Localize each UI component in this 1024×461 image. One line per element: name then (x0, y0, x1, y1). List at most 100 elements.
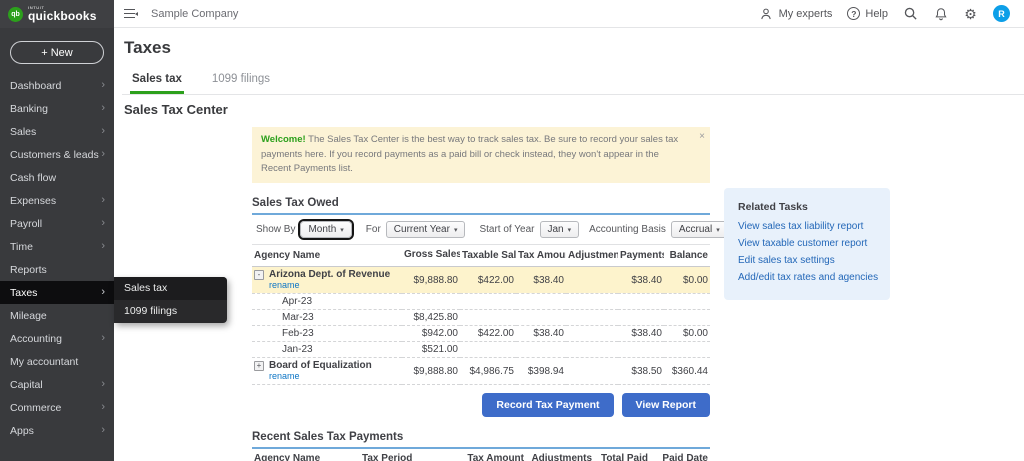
chevron-right-icon: › (101, 424, 105, 436)
sidebar-item-expenses[interactable]: Expenses › (0, 189, 114, 212)
tax-amount-value: $398.94 (516, 357, 566, 386)
for-label: For (365, 224, 381, 236)
sidebar-item-payroll[interactable]: Payroll › (0, 212, 114, 235)
taxes-tabs: Sales tax 1099 filings (122, 68, 1024, 95)
help-icon: ? (847, 7, 861, 20)
sales-tax-owed-title: Sales Tax Owed (252, 197, 339, 210)
month-row-jan: Jan-23 $521.00 (252, 341, 710, 359)
sidebar-item-commerce[interactable]: Commerce › (0, 396, 114, 419)
page-title: Taxes (124, 38, 171, 57)
tax-amount-value: $38.40 (516, 266, 566, 295)
close-icon[interactable]: × (699, 129, 705, 145)
col-total-paid: Total Paid (594, 449, 650, 461)
sidebar-item-capital[interactable]: Capital › (0, 373, 114, 396)
welcome-message: The Sales Tax Center is the best way to … (261, 134, 679, 175)
flyout-item-sales-tax[interactable]: Sales tax (114, 277, 227, 300)
col-taxable-sales: Taxable Sales (460, 245, 516, 268)
record-tax-payment-button[interactable]: Record Tax Payment (482, 393, 614, 418)
related-tasks-title: Related Tasks (738, 201, 808, 213)
chevron-right-icon: › (101, 194, 105, 206)
sidebar-item-taxes[interactable]: Taxes › (0, 281, 114, 304)
gross-sales-value: $9,888.80 (402, 357, 460, 386)
settings-gear-icon[interactable]: ⚙ (963, 6, 978, 21)
month-label: Mar-23 (252, 309, 402, 327)
sidebar-item-cash-flow[interactable]: Cash flow (0, 166, 114, 189)
link-taxable-customer-report[interactable]: View taxable customer report (738, 237, 880, 251)
taxable-sales-value: $422.00 (460, 266, 516, 295)
link-add-edit-tax-rates[interactable]: Add/edit tax rates and agencies (738, 271, 880, 285)
view-report-button[interactable]: View Report (621, 393, 710, 418)
sidebar-item-my-accountant[interactable]: My accountant (0, 350, 114, 373)
col-agency-name: Agency Name (252, 449, 360, 461)
chevron-down-icon: ▾ (716, 226, 720, 234)
recent-payments-table: Agency Name Tax Period Tax Amount Adjust… (252, 449, 710, 461)
new-button[interactable]: + New (10, 41, 104, 64)
owed-header-row: Agency Name Gross Salesi Taxable Sales T… (252, 245, 710, 268)
col-adjustments: Adjustments (566, 245, 618, 268)
col-gross-sales: Gross Salesi (402, 245, 460, 268)
filter-bar: Show By Month ▾ For Current Year ▾ Start o… (252, 215, 745, 246)
recent-payments-title: Recent Sales Tax Payments (252, 431, 404, 444)
sidebar-item-sales[interactable]: Sales › (0, 120, 114, 143)
accounting-basis-dropdown[interactable]: Accrual ▾ (670, 221, 728, 239)
agency-name: Arizona Dept. of Revenue (269, 269, 391, 281)
my-experts-button[interactable]: My experts (759, 6, 832, 21)
chevron-right-icon: › (101, 79, 105, 91)
sidebar-item-mileage[interactable]: Mileage (0, 304, 114, 327)
top-bar: Sample Company My experts ? Help ⚙ R (114, 0, 1024, 28)
sidebar-item-time[interactable]: Time › (0, 235, 114, 258)
collapse-sidebar-icon[interactable] (124, 8, 138, 19)
tab-sales-tax[interactable]: Sales tax (130, 68, 184, 94)
col-balance: Balance (664, 245, 710, 268)
search-icon[interactable] (903, 6, 918, 21)
month-label: Feb-23 (252, 325, 402, 343)
company-name[interactable]: Sample Company (151, 8, 238, 20)
month-row-feb: Feb-23 $942.00 $422.00 $38.40 $38.40 $0.00 (252, 325, 710, 343)
sidebar-item-dashboard[interactable]: Dashboard › (0, 74, 114, 97)
sidebar: qb INTUIT quickbooks + New Dashboard › Ba… (0, 0, 114, 461)
agency-row-board[interactable]: + Board of Equalization rename $9,888.80 … (252, 357, 710, 386)
payments-value: $38.40 (618, 266, 664, 295)
start-of-year-label: Start of Year (479, 224, 535, 236)
sidebar-item-apps[interactable]: Apps › (0, 419, 114, 442)
link-sales-tax-liability-report[interactable]: View sales tax liability report (738, 220, 880, 234)
sales-tax-center-heading: Sales Tax Center (124, 102, 228, 117)
quickbooks-logo[interactable]: qb INTUIT quickbooks (0, 0, 114, 28)
taxable-sales-value: $4,986.75 (460, 357, 516, 386)
col-payments: Payments (618, 245, 664, 268)
gross-sales-value: $9,888.80 (402, 266, 460, 295)
tab-1099-filings[interactable]: 1099 filings (210, 68, 272, 94)
sidebar-item-customers-leads[interactable]: Customers & leads › (0, 143, 114, 166)
related-tasks-panel: Related Tasks View sales tax liability r… (724, 188, 890, 300)
chevron-right-icon: › (101, 401, 105, 413)
quickbooks-logo-icon: qb (8, 6, 23, 22)
start-of-year-dropdown[interactable]: Jan ▾ (539, 221, 580, 239)
sidebar-item-reports[interactable]: Reports (0, 258, 114, 281)
rename-link[interactable]: rename (269, 280, 300, 290)
main-area: Sample Company My experts ? Help ⚙ R Tax… (114, 0, 1024, 461)
sidebar-item-banking[interactable]: Banking › (0, 97, 114, 120)
payments-value: $38.50 (618, 357, 664, 386)
chevron-right-icon: › (101, 102, 105, 114)
for-dropdown[interactable]: Current Year ▾ (385, 221, 466, 239)
rename-link[interactable]: rename (269, 371, 300, 381)
quickbooks-wordmark: quickbooks (28, 9, 97, 23)
sidebar-item-accounting[interactable]: Accounting › (0, 327, 114, 350)
help-button[interactable]: ? Help (847, 7, 888, 20)
balance-value: $360.44 (664, 357, 710, 386)
sidebar-nav: Dashboard › Banking › Sales › Customers & l… (0, 74, 114, 442)
taxes-page: Taxes Sales tax 1099 filings Sales Tax C… (114, 28, 1024, 461)
col-tax-amount: Tax Amount (438, 449, 526, 461)
chevron-down-icon: ▾ (567, 226, 572, 234)
agency-row-arizona[interactable]: - Arizona Dept. of Revenue rename $9,888.… (252, 266, 710, 295)
show-by-dropdown[interactable]: Month ▾ (300, 221, 352, 239)
collapse-icon[interactable]: - (254, 269, 264, 280)
user-avatar[interactable]: R (993, 5, 1010, 22)
expand-icon[interactable]: + (254, 360, 264, 371)
notifications-bell-icon[interactable] (933, 6, 948, 21)
show-by-label: Show By (256, 224, 296, 236)
sales-tax-owed-section: Sales Tax Owed Show By Month ▾ For Curren… (252, 197, 745, 418)
link-edit-sales-tax-settings[interactable]: Edit sales tax settings (738, 254, 880, 268)
flyout-item-1099-filings[interactable]: 1099 filings (114, 300, 227, 323)
welcome-banner: Welcome! The Sales Tax Center is the bes… (252, 127, 710, 184)
